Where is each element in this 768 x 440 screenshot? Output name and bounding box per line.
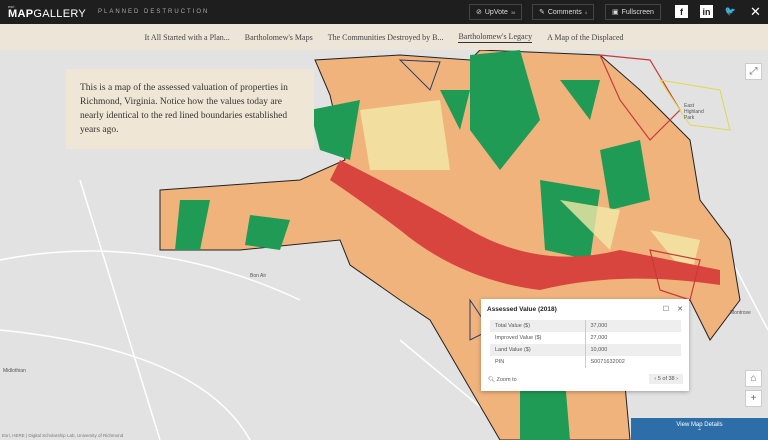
place-bon-air: Bon Air bbox=[250, 273, 267, 279]
twitter-icon[interactable]: 🐦 bbox=[724, 5, 737, 18]
place-montrose: Montrose bbox=[730, 310, 751, 316]
row-label: PIN bbox=[490, 356, 586, 368]
place-east-highland-park: East Highland Park bbox=[684, 103, 704, 121]
tab-plan[interactable]: It All Started with a Plan... bbox=[144, 33, 229, 42]
row-label: Improved Value ($) bbox=[490, 332, 586, 344]
linkedin-icon[interactable]: in bbox=[700, 5, 713, 18]
place-midlothian: Midlothian bbox=[3, 368, 26, 374]
comments-count: 4 bbox=[584, 9, 587, 15]
brand-light: GALLERY bbox=[33, 7, 87, 20]
story-subtitle: PLANNED DESTRUCTION bbox=[98, 9, 210, 15]
popup-title: Assessed Value (2018) bbox=[487, 306, 557, 313]
home-icon: ⌂ bbox=[750, 373, 757, 384]
pager: ‹ 5 of 38 › bbox=[649, 374, 683, 384]
close-popup-icon[interactable]: ✕ bbox=[677, 305, 683, 313]
zoom-in-button[interactable]: + bbox=[745, 390, 762, 407]
tab-map-displaced[interactable]: A Map of the Displaced bbox=[547, 33, 623, 42]
top-bar: esri MAPGALLERY PLANNED DESTRUCTION ⊘ UpV… bbox=[0, 0, 768, 24]
row-value: 10,000 bbox=[585, 344, 681, 356]
feature-popup: Assessed Value (2018) ☐ ✕ Total Value ($… bbox=[481, 299, 689, 391]
table-row: Land Value ($) 10,000 bbox=[490, 344, 681, 356]
story-caption: This is a map of the assessed valuation … bbox=[66, 69, 314, 149]
table-row: Improved Value ($) 27,000 bbox=[490, 332, 681, 344]
row-value: 37,000 bbox=[585, 320, 681, 332]
comment-icon: ✎ bbox=[539, 9, 545, 16]
fullscreen-button[interactable]: ▣ Fullscreen bbox=[605, 4, 661, 20]
zoom-to-label: Zoom to bbox=[496, 377, 517, 383]
row-label: Land Value ($) bbox=[490, 344, 586, 356]
pager-label: 5 of 38 bbox=[657, 376, 675, 382]
close-icon[interactable]: ✕ bbox=[749, 4, 762, 19]
row-value: 27,000 bbox=[590, 335, 608, 341]
attribute-table: Total Value ($) 37,000 Improved Value ($)… bbox=[490, 320, 681, 368]
fullscreen-label: Fullscreen bbox=[621, 8, 654, 16]
fullscreen-icon: ▣ bbox=[612, 9, 619, 16]
comments-button[interactable]: ✎ Comments 4 bbox=[532, 4, 594, 20]
plus-icon: + bbox=[750, 393, 757, 404]
next-icon[interactable]: › bbox=[676, 376, 678, 382]
story-tabs: It All Started with a Plan... Bartholome… bbox=[0, 24, 768, 50]
row-value: S0071632002 bbox=[590, 359, 625, 365]
comments-label: Comments bbox=[547, 8, 582, 16]
facebook-icon[interactable]: f bbox=[675, 5, 688, 18]
tab-communities-destroyed[interactable]: The Communities Destroyed by B... bbox=[328, 33, 444, 42]
row-label: Total Value ($) bbox=[490, 320, 586, 332]
upvote-button[interactable]: ⊘ UpVote 36 bbox=[469, 4, 523, 20]
zoom-to-link[interactable]: 🔍︎ Zoom to bbox=[488, 377, 517, 383]
table-row: PIN S0071632002 bbox=[490, 356, 681, 368]
tab-bartholomews-legacy[interactable]: Bartholomew's Legacy bbox=[458, 32, 533, 43]
search-icon: 🔍︎ bbox=[488, 377, 495, 383]
brand-bold: MAP bbox=[8, 7, 34, 20]
expand-button[interactable]: ⤢ bbox=[745, 63, 762, 80]
check-icon: ⊘ bbox=[476, 9, 482, 16]
upvote-count: 36 bbox=[510, 9, 516, 15]
tab-bartholomews-maps[interactable]: Bartholomew's Maps bbox=[245, 33, 313, 42]
chevron-up-icon: ⌃ bbox=[696, 429, 703, 435]
view-map-details-button[interactable]: View Map Details ⌃ bbox=[631, 418, 768, 440]
home-button[interactable]: ⌂ bbox=[745, 370, 762, 387]
table-row: Total Value ($) 37,000 bbox=[490, 320, 681, 332]
map-attribution: Esri, HERE | Digital Scholarship Lab, Un… bbox=[2, 433, 124, 438]
prev-icon[interactable]: ‹ bbox=[654, 376, 656, 382]
map-gallery-logo[interactable]: esri MAPGALLERY bbox=[8, 4, 87, 20]
dock-icon[interactable]: ☐ bbox=[663, 305, 669, 313]
expand-icon: ⤢ bbox=[749, 66, 758, 77]
upvote-label: UpVote bbox=[484, 8, 508, 16]
